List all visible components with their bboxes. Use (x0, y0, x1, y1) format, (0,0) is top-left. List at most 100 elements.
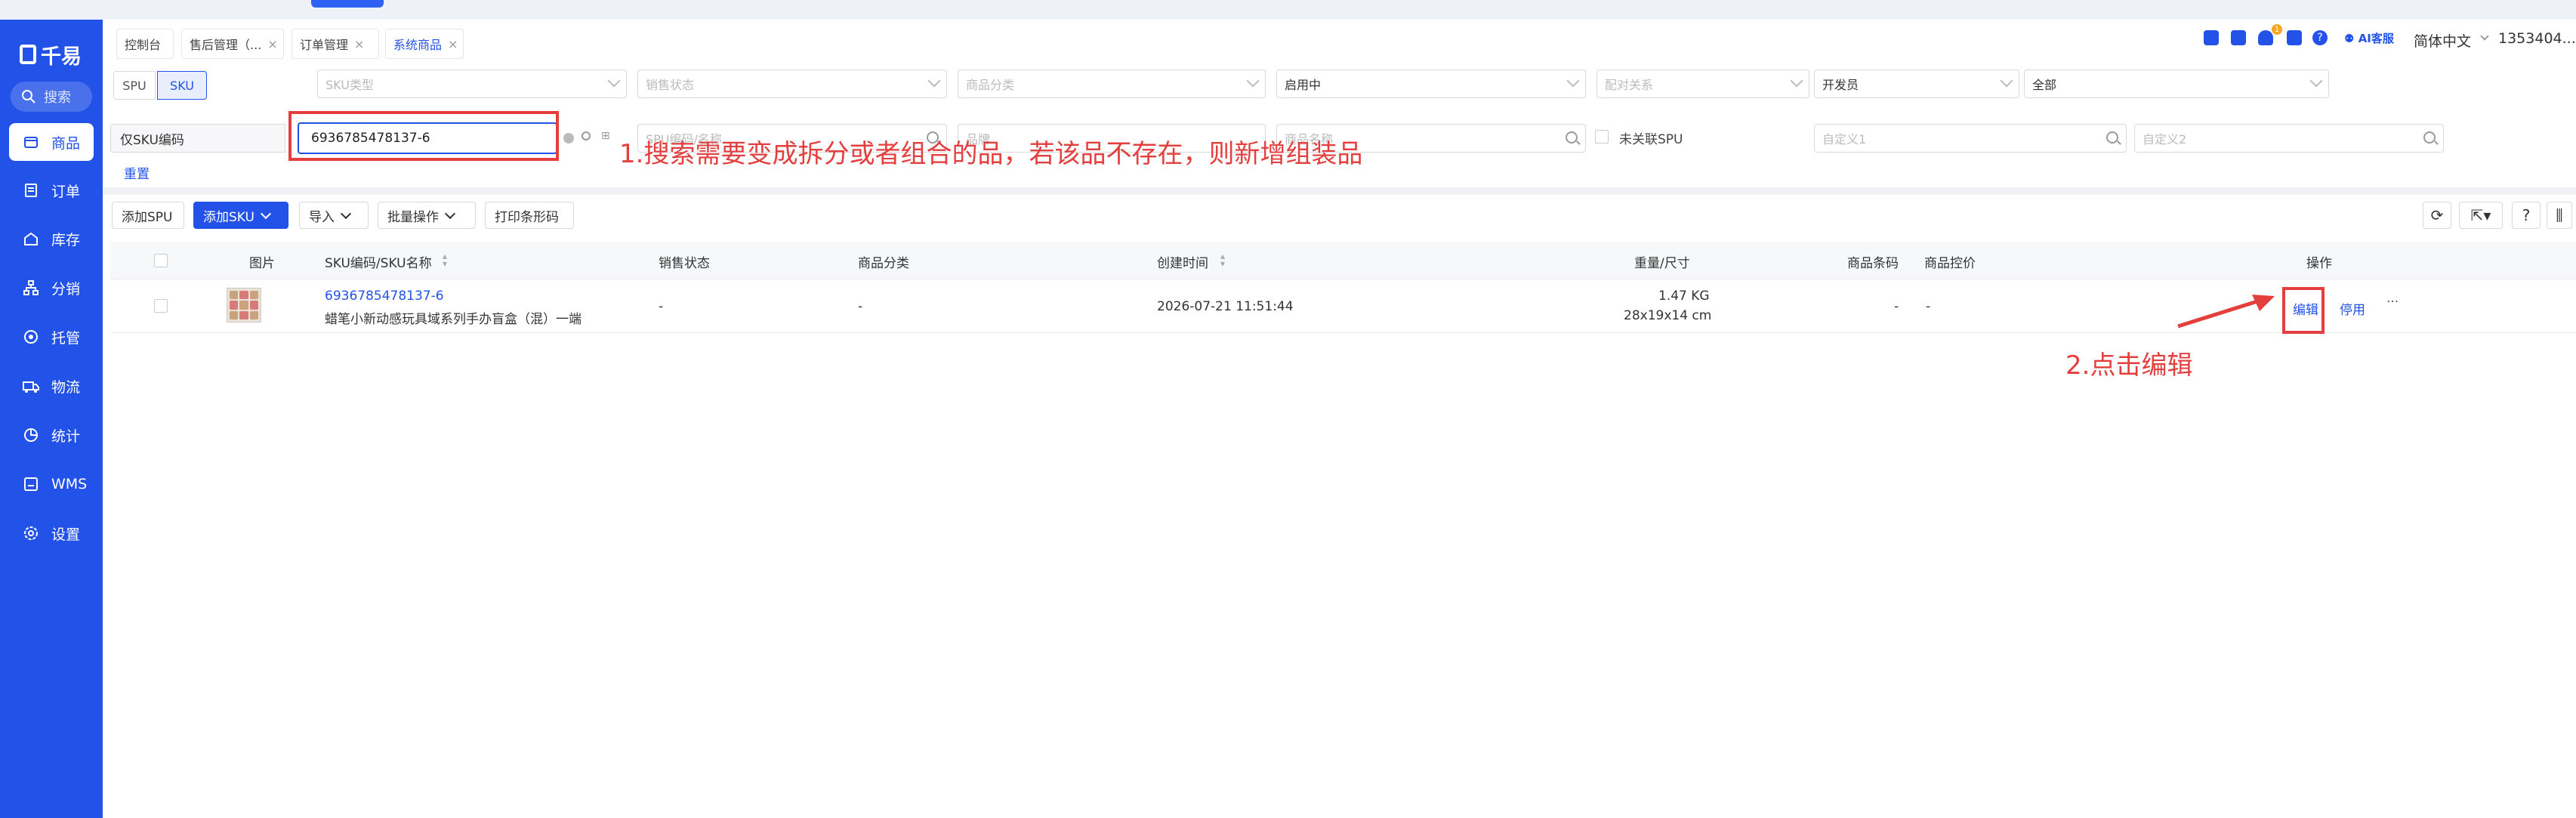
close-icon[interactable]: × (354, 37, 364, 51)
tab-console[interactable]: 控制台 (116, 29, 174, 59)
bell-icon[interactable] (2258, 30, 2273, 45)
product-thumbnail[interactable] (227, 288, 261, 323)
help-icon[interactable]: ? (2512, 202, 2541, 229)
sidebar-item-label: 分销 (51, 280, 81, 298)
app-logo[interactable]: 千易 (20, 39, 82, 69)
unlinked-spu-checkbox[interactable] (1595, 130, 1609, 144)
disable-button[interactable]: 停用 (2340, 299, 2365, 318)
user-account[interactable]: 1353404... (2498, 30, 2576, 47)
print-barcode-button[interactable]: 打印条形码 (485, 202, 574, 229)
size-value: 28x19x14 cm (1624, 308, 1712, 323)
sidebar-item-stats[interactable]: 统计 (9, 416, 94, 454)
top-strip (0, 0, 2576, 20)
refresh-icon[interactable]: ⟳ (2423, 202, 2451, 229)
sku-toggle[interactable]: SKU (157, 71, 207, 100)
search-icon[interactable] (582, 131, 591, 140)
screen-icon[interactable] (2287, 30, 2302, 45)
sidebar-item-distribution[interactable]: 分销 (9, 269, 94, 307)
sidebar-item-goods[interactable]: 商品 (9, 123, 94, 161)
tab-label: 系统商品 (393, 38, 443, 52)
custom2-input[interactable]: 自定义2 (2134, 124, 2444, 153)
tab-order-management[interactable]: 订单管理 × (292, 29, 379, 59)
tab-after-sales[interactable]: 售后管理（... × (181, 29, 284, 59)
batch-search-icon[interactable]: ⊞ (601, 130, 610, 142)
logo-icon (20, 45, 36, 64)
edit-highlight-box (2282, 287, 2325, 334)
col-category: 商品分类 (858, 256, 909, 271)
sidebar-item-inventory[interactable]: 库存 (9, 220, 94, 258)
search-icon (2423, 131, 2436, 144)
created-time-value: 2026-07-21 11:51:44 (1157, 299, 1294, 314)
pairing-select[interactable]: 配对关系 (1597, 69, 1809, 98)
reset-link[interactable]: 重置 (124, 163, 150, 182)
category-select[interactable]: 商品分类 (958, 69, 1266, 98)
export-icon[interactable]: ⇱▾ (2459, 202, 2503, 229)
search-icon (1566, 131, 1578, 144)
search-icon (22, 90, 35, 103)
help-icon[interactable]: ? (2312, 30, 2328, 45)
all-select[interactable]: 全部 (2024, 69, 2329, 98)
enabled-status-select[interactable]: 启用中 (1276, 69, 1586, 98)
weight-value: 1.47 KG (1658, 289, 1710, 304)
sidebar-item-orders[interactable]: 订单 (9, 171, 94, 209)
download-icon[interactable] (2231, 30, 2246, 45)
sidebar-search-button[interactable]: 搜索 (11, 82, 92, 112)
sidebar-item-wms[interactable]: WMS (9, 465, 94, 503)
chevron-down-icon (2309, 74, 2323, 88)
clipboard-icon[interactable] (2204, 30, 2219, 45)
sidebar-item-label: 统计 (51, 428, 81, 445)
notification-badge: 1 (2272, 24, 2282, 35)
close-icon[interactable]: × (448, 37, 458, 51)
batch-operation-button[interactable]: 批量操作 (378, 202, 476, 229)
distribution-icon (23, 279, 39, 296)
sidebar-search-label: 搜索 (44, 90, 71, 106)
unlinked-spu-label: 未关联SPU (1619, 132, 1683, 147)
col-actions: 操作 (2306, 256, 2332, 271)
language-selector[interactable]: 简体中文 (2414, 30, 2471, 51)
clear-icon[interactable] (563, 133, 574, 144)
chevron-down-icon (260, 208, 272, 219)
sku-code-link[interactable]: 6936785478137-6 (325, 289, 444, 304)
sidebar-item-label: 设置 (51, 526, 81, 543)
col-sku[interactable]: SKU编码/SKU名称 (325, 252, 432, 271)
ai-service-button[interactable]: ⚉ AI客服 (2344, 30, 2394, 46)
sidebar-item-settings[interactable]: 设置 (9, 514, 94, 552)
col-created[interactable]: 创建时间 (1157, 252, 1208, 271)
sale-status-select[interactable]: 销售状态 (637, 69, 947, 98)
custom1-input[interactable]: 自定义1 (1814, 124, 2127, 153)
select-text: 商品分类 (966, 78, 1015, 92)
ai-service-label: AI客服 (2358, 32, 2394, 45)
chevron-down-icon[interactable] (2480, 32, 2489, 41)
spu-toggle[interactable]: SPU (113, 71, 156, 100)
column-settings-icon[interactable]: ⫼ (2547, 202, 2572, 229)
search-type-select[interactable]: 仅SKU编码 (110, 124, 285, 153)
tab-system-goods[interactable]: 系统商品 × (385, 29, 464, 59)
inventory-icon (23, 230, 39, 247)
import-button[interactable]: 导入 (299, 202, 369, 229)
developer-select[interactable]: 开发员 (1814, 69, 2019, 98)
sort-icon[interactable]: ▴ ▾ (1220, 252, 1225, 268)
select-all-checkbox[interactable] (154, 254, 168, 267)
add-spu-button[interactable]: 添加SPU (112, 202, 184, 229)
top-strip-button[interactable] (311, 0, 384, 8)
sidebar-item-label: 订单 (51, 183, 81, 200)
more-actions-button[interactable]: ··· (2386, 295, 2399, 310)
order-icon (23, 182, 39, 199)
row-checkbox[interactable] (154, 299, 168, 313)
sidebar-item-logistics[interactable]: 物流 (9, 367, 94, 405)
sidebar-item-hosting[interactable]: 托管 (9, 318, 94, 356)
button-label: 批量操作 (387, 209, 439, 225)
sort-icon[interactable]: ▴ ▾ (443, 252, 447, 268)
pie-chart-icon (23, 427, 39, 443)
sidebar-item-label: 商品 (51, 134, 81, 152)
search-highlight-box (288, 111, 559, 161)
col-barcode: 商品条码 (1847, 256, 1899, 271)
close-icon[interactable]: × (267, 37, 277, 51)
button-label: 添加SKU (203, 209, 255, 225)
add-sku-button[interactable]: 添加SKU (193, 202, 288, 229)
logo-text: 千易 (41, 45, 82, 69)
truck-icon (23, 378, 39, 394)
category-value: - (858, 299, 863, 314)
sku-type-select[interactable]: SKU类型 (317, 69, 627, 98)
tab-label: 订单管理 (300, 38, 349, 52)
